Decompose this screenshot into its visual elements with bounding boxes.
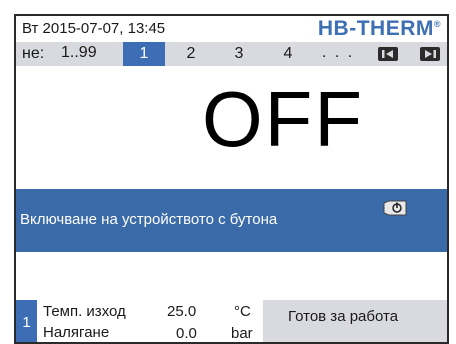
unit-summary-footer: 1 Темп. изход 25.0 °C Налягане 0.0 bar Г…	[16, 300, 447, 342]
device-status-text: Готов за работа	[288, 308, 399, 325]
main-panel: OFF Включване на устройството с бутона	[16, 66, 447, 320]
unit-values: Темп. изход 25.0 °C Налягане 0.0 bar	[37, 300, 263, 342]
unit-slot-2[interactable]: 2	[176, 42, 206, 66]
unit-range[interactable]: 1..99	[61, 44, 97, 62]
brand-logo-text: HB-THERM	[317, 17, 434, 40]
more-units-ellipsis: . . .	[322, 44, 355, 61]
display-screen: Вт 2015-07-07, 13:45 HB-THERM® не: 1..99…	[14, 14, 449, 344]
value-temp: 25.0	[167, 303, 197, 320]
unit-slot-4[interactable]: 4	[273, 42, 303, 66]
value-pressure: 0.0	[176, 325, 197, 342]
first-page-icon[interactable]	[377, 46, 399, 62]
brand-logo: HB-THERM®	[318, 17, 441, 41]
operating-state-text: OFF	[202, 75, 364, 163]
unit-pressure: bar	[231, 325, 253, 342]
date-time: Вт 2015-07-07, 13:45	[22, 20, 166, 37]
status-bar: Вт 2015-07-07, 13:45 HB-THERM®	[16, 16, 447, 42]
unit-index-badge[interactable]: 1	[16, 300, 37, 342]
unit-navigation-bar: не: 1..99 1 2 3 4 . . .	[16, 42, 447, 66]
value-label-temp: Темп. изход	[43, 303, 126, 320]
unit-label: не:	[22, 45, 45, 62]
value-label-pressure: Налягане	[43, 324, 110, 341]
registered-mark: ®	[433, 19, 441, 29]
last-page-icon[interactable]	[419, 46, 441, 62]
info-banner: Включване на устройството с бутона	[16, 189, 447, 252]
unit-temp: °C	[234, 303, 251, 320]
device-status: Готов за работа	[263, 300, 447, 342]
unit-slot-1[interactable]: 1	[123, 42, 165, 66]
info-message: Включване на устройството с бутона	[20, 211, 278, 228]
unit-slot-3[interactable]: 3	[224, 42, 254, 66]
power-button-icon	[383, 200, 407, 216]
